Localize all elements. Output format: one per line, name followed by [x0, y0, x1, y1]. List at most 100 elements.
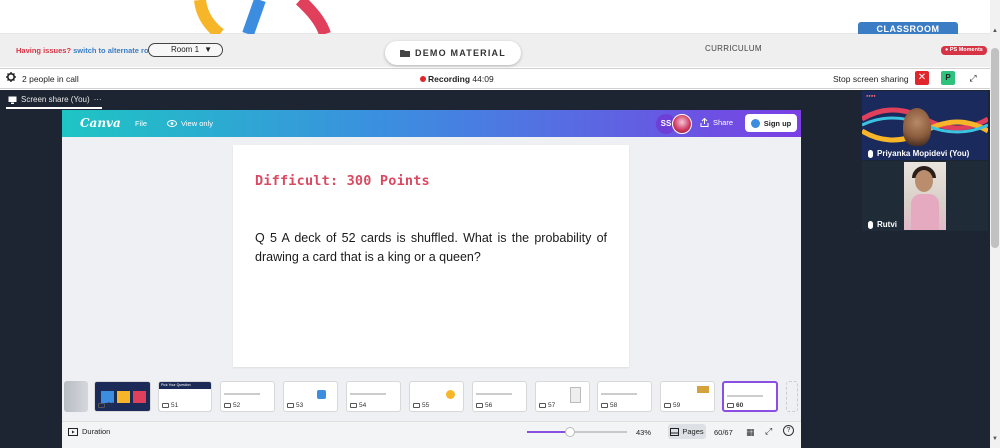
participant-video-body	[911, 194, 939, 230]
thumbnail-number: 54	[350, 402, 366, 409]
caret-down-icon: ▼	[204, 45, 212, 54]
thumbnail-number-label: 53	[296, 402, 304, 409]
switch-room-link[interactable]: switch to alternate room	[73, 46, 160, 55]
demo-material-label: DEMO MATERIAL	[415, 48, 506, 58]
thumbnail-number-label: 50	[107, 402, 115, 409]
recording-dot-icon	[420, 76, 426, 82]
brand-logo: ●●●●	[866, 93, 876, 98]
thumbnail-partial[interactable]	[64, 381, 88, 412]
scroll-down-icon[interactable]: ▼	[990, 436, 1000, 446]
comment-icon	[539, 403, 546, 408]
tab-underline	[6, 107, 102, 109]
pages-button[interactable]: Pages	[668, 424, 706, 439]
eye-icon	[167, 120, 177, 127]
monitor-icon	[8, 96, 17, 104]
duration-label: Duration	[82, 427, 111, 436]
view-only-button[interactable]: View only	[167, 119, 213, 128]
expand-icon[interactable]: ⤢	[966, 71, 980, 85]
thumbnail-number: 59	[664, 402, 680, 409]
thumbnail-51-title: Pick Your Question	[161, 383, 191, 387]
thumbnail-number: 53	[287, 402, 303, 409]
having-issues-text: Having issues? switch to alternate room	[16, 46, 160, 55]
app-root: CLASSROOM Having issues? switch to alter…	[0, 0, 1000, 448]
share-icon	[700, 118, 709, 127]
comment-icon	[664, 403, 671, 408]
participant-video	[903, 108, 931, 146]
ps-moments-label: PS Moments	[949, 47, 983, 53]
thumbnail-number: 57	[539, 402, 555, 409]
room-select[interactable]: Room 1 ▼	[148, 43, 223, 57]
comment-icon	[413, 403, 420, 408]
thumbnail-number-label: 58	[610, 402, 618, 409]
thumbnail-number: 52	[224, 402, 240, 409]
stop-sharing-label: Stop screen sharing	[833, 74, 909, 84]
zoom-slider-handle[interactable]	[565, 427, 575, 437]
slide-question: Q 5 A deck of 52 cards is shuffled. What…	[255, 231, 607, 264]
thumbnail-number: 60	[727, 402, 743, 409]
thumbnail-number: 58	[601, 402, 617, 409]
participant-video-face	[915, 170, 933, 192]
ps-moments-button[interactable]: ● PS Moments	[941, 46, 987, 55]
sign-up-button[interactable]: Sign up	[745, 114, 797, 132]
help-icon[interactable]: ?	[783, 425, 794, 436]
thumbnail-number-label: 55	[422, 402, 430, 409]
comment-icon	[287, 403, 294, 408]
people-count: 2 people in call	[22, 74, 79, 84]
avatar[interactable]	[672, 114, 692, 134]
mic-icon	[868, 149, 873, 158]
gear-icon[interactable]	[6, 72, 16, 82]
share-button[interactable]: Share	[700, 118, 733, 127]
duration-button[interactable]: Duration	[68, 427, 110, 436]
pages-icon	[670, 427, 680, 436]
canva-logo[interactable]: Canva	[80, 116, 121, 130]
thumbnail-number: 51	[162, 402, 178, 409]
view-only-label: View only	[181, 119, 213, 128]
thumbnail-next[interactable]	[786, 381, 798, 412]
thumbnail-number-label: 51	[171, 402, 179, 409]
thumbnail-number-label: 52	[233, 402, 241, 409]
share-label: Share	[713, 118, 734, 127]
curriculum-tab[interactable]: CURRICULUM	[705, 44, 762, 53]
comment-icon	[476, 403, 483, 408]
participant-name-self-label: Priyanka Mopidevi (You)	[877, 149, 970, 158]
comment-icon	[601, 403, 608, 408]
scroll-up-icon[interactable]: ▲	[990, 28, 1000, 38]
file-menu[interactable]: File	[135, 119, 147, 128]
canva-icon	[750, 118, 760, 128]
mic-icon	[868, 220, 873, 229]
thumbnail-number: 56	[476, 402, 492, 409]
comment-icon	[162, 403, 169, 408]
more-options-icon[interactable]: ···	[94, 95, 102, 104]
page-count: 60/67	[714, 428, 733, 437]
issues-label: Having issues?	[16, 46, 72, 55]
thumbnail-number: 50	[98, 402, 114, 409]
participant-name-other-label: Rutvi	[877, 220, 897, 229]
participant-name-self: Priyanka Mopidevi (You)	[868, 149, 969, 158]
thumbnail-number-label: 57	[548, 402, 556, 409]
comment-icon	[224, 403, 231, 408]
timer-icon	[68, 427, 78, 436]
recording-label: Recording	[428, 74, 471, 84]
recording-status: Recording 44:09	[428, 74, 494, 84]
thumbnail-number-label: 56	[485, 402, 493, 409]
participant-button[interactable]: P	[941, 71, 955, 85]
recording-time: 44:09	[472, 74, 494, 84]
pages-label: Pages	[682, 427, 704, 436]
screen-share-label: Screen share (You)	[21, 95, 90, 104]
zoom-level: 43%	[636, 428, 652, 437]
grid-view-icon[interactable]: ▦	[746, 427, 755, 438]
demo-material-button[interactable]: DEMO MATERIAL	[385, 41, 521, 65]
screen-share-tab[interactable]: Screen share (You) ···	[8, 95, 102, 104]
thumbnail-number-label: 60	[736, 402, 744, 409]
participant-name-other: Rutvi	[868, 220, 897, 229]
brand-arcs-graphic	[194, 0, 331, 34]
comment-icon	[350, 403, 357, 408]
comment-icon	[98, 403, 105, 408]
thumbnail-number-label: 54	[359, 402, 367, 409]
stop-sharing-button[interactable]: ✕	[915, 71, 929, 85]
scrollbar-thumb[interactable]	[991, 48, 999, 248]
room-select-value: Room 1	[171, 45, 200, 54]
top-banner	[0, 0, 990, 34]
fullscreen-icon[interactable]: ⤢	[765, 426, 772, 437]
thumbnail-number-label: 59	[673, 402, 681, 409]
